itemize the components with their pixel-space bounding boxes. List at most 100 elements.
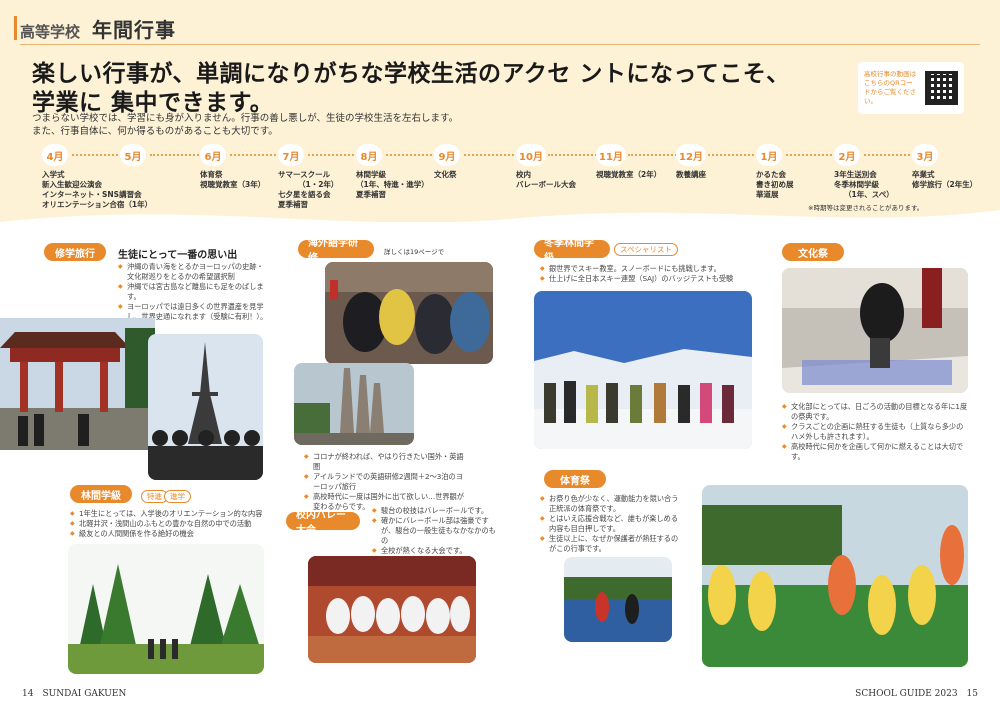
timeline-dots: [548, 154, 600, 156]
list-item: とはいえ応援合戦など、誰もが楽しめる内容も目白押しです。: [540, 514, 684, 534]
event-item: 3年生送別会: [834, 170, 877, 179]
month-nov: 11月: [596, 144, 626, 166]
ski-group-photo: [534, 291, 752, 449]
timeline-dots: [308, 154, 358, 156]
event-item: 林間学級: [356, 170, 386, 179]
culture-label: 文化祭: [782, 243, 844, 261]
list-item: 駿台の校技はバレーボールです。: [372, 506, 500, 516]
relay-race-photo: [564, 557, 672, 642]
event-item: 校内: [516, 170, 531, 179]
sagrada-familia-photo: [294, 363, 414, 445]
event-item: 書き初め展: [756, 180, 794, 189]
list-item: 高校時代に何かを企画して何かに燃えることは大切です。: [782, 442, 968, 462]
header-sub: 高等学校: [20, 23, 81, 41]
month-jan: 1月: [756, 144, 782, 166]
month-sep: 9月: [434, 144, 460, 166]
event-item: 華道展: [756, 190, 779, 199]
event-item: 夏季補習: [356, 190, 386, 199]
header-accent-bar: [14, 16, 17, 40]
camp-label: 林間学級: [70, 485, 132, 503]
list-item: 文化部にとっては、日ごろの活動の目標となる年に1度の祭典です。: [782, 402, 968, 422]
events-jan: かるた会 書き初め展 華道展: [756, 170, 794, 200]
events-dec: 教養講座: [676, 170, 706, 180]
event-item: （1年、特進・進学）: [356, 180, 429, 189]
events-jul: サマースクール （1・2年） 七夕星を語る会 夏季補習: [278, 170, 338, 210]
event-item: バレーボール大会: [516, 180, 576, 189]
events-oct: 校内 バレーボール大会: [516, 170, 576, 190]
event-item: 七夕星を語る会: [278, 190, 331, 199]
month-dec: 12月: [676, 144, 706, 166]
event-item: 視聴覚教室（3年）: [200, 180, 266, 189]
volley-label: 校内バレー大会: [286, 510, 360, 536]
abroad-bullets: コロナが終われば、やはり行きたい国外・英語圏 アイルランドでの英語研修2週間＋2…: [304, 452, 466, 512]
timeline-dots: [464, 154, 518, 156]
list-item: 生徒以上に、なぜか保護者が熱狂するのがこの行事です。: [540, 534, 684, 554]
winter-tag: スペシャリスト: [614, 243, 678, 256]
month-jun: 6月: [200, 144, 226, 166]
list-item: 確かにバレーボール部は強豪ですが、駿台の一般生徒もなかなかのもの: [372, 516, 500, 546]
trip-label: 修学旅行: [44, 243, 106, 261]
timeline-dots: [786, 154, 836, 156]
event-item: オリエンテーション合宿（1年）: [42, 200, 153, 209]
month-mar: 3月: [912, 144, 938, 166]
volley-bullets: 駿台の校技はバレーボールです。 確かにバレーボール部は強豪ですが、駿台の一般生徒…: [372, 506, 500, 556]
timeline-dots: [230, 154, 280, 156]
event-item: 修学旅行（2年生）: [912, 180, 978, 189]
qr-code-icon[interactable]: [924, 71, 958, 105]
lead-line-1: つまらない学校では、学習にも身が入りません。行事の善し悪しが、生徒の学校生活を左…: [32, 113, 459, 124]
page-title: 年間行事: [92, 18, 177, 42]
section-header: 高等学校 年間行事: [14, 14, 177, 43]
events-feb: 3年生送別会 冬季林間学級 （1年、スペ）: [834, 170, 894, 200]
event-item: 体育祭: [200, 170, 223, 179]
footer-left: 14 SUNDAI GAKUEN: [22, 689, 127, 699]
event-item: 文化祭: [434, 170, 457, 179]
volleyball-photo: [308, 556, 476, 663]
camp-bullets: 1年生にとっては、入学後のオリエンテーション的な内容 北軽井沢・浅間山のふもとの…: [70, 509, 270, 539]
event-item: 夏季補習: [278, 200, 308, 209]
qr-card[interactable]: 高校行事の動画はこちらのQRコードからご覧ください。: [858, 62, 964, 114]
list-item: クラスごとの企画に熱狂する生徒も（上質なら多少のハメ外しも許されます）。: [782, 422, 968, 442]
list-item: 級友との人間関係を作る絶好の機会: [70, 529, 270, 539]
abroad-label: 海外語学研修: [298, 238, 374, 264]
list-item: 北軽井沢・浅間山のふもとの豊かな自然の中での活動: [70, 519, 270, 529]
timeline-dots: [628, 154, 680, 156]
event-item: 冬季林間学級: [834, 180, 879, 189]
trip-subtitle: 生徒にとって一番の思い出: [118, 250, 238, 261]
month-jul: 7月: [278, 144, 304, 166]
culture-festival-photo: [782, 268, 968, 393]
list-item: アイルランドでの英語研修2週間＋2〜3泊のヨーロッパ旅行: [304, 472, 466, 492]
event-item: サマースクール: [278, 170, 331, 179]
list-item: コロナが終われば、やはり行きたい国外・英語圏: [304, 452, 466, 472]
events-apr: 入学式 新入生歓迎公演会 インターネット・SNS講習会 オリエンテーション合宿（…: [42, 170, 152, 210]
month-apr: 4月: [42, 144, 68, 166]
event-item: 卒業式: [912, 170, 935, 179]
timeline-dots: [72, 154, 122, 156]
event-item: インターネット・SNS講習会: [42, 190, 142, 199]
abroad-note: 詳しくは19ページで: [384, 248, 445, 256]
event-item: 新入生歓迎公演会: [42, 180, 102, 189]
event-item: （1年、スペ）: [844, 190, 894, 199]
timeline: 4月 5月 6月 7月 8月 9月 10月 11月 12月 1月 2月 3月 入…: [40, 144, 977, 209]
winter-bullets: 銀世界でスキー教室。スノーボードにも挑戦します。 仕上げに全日本スキー連盟（SA…: [540, 264, 740, 284]
events-sep: 文化祭: [434, 170, 457, 180]
events-nov: 視聴覚教室（2年）: [596, 170, 661, 180]
month-oct: 10月: [516, 144, 546, 166]
culture-bullets: 文化部にとっては、日ごろの活動の目標となる年に1度の祭典です。 クラスごとの企画…: [782, 402, 968, 462]
timeline-dots: [708, 154, 758, 156]
eiffel-tower-photo: [148, 334, 263, 480]
list-item: 銀世界でスキー教室。スノーボードにも挑戦します。: [540, 264, 740, 274]
list-item: 沖縄の青い海をとるかヨーロッパの史跡・文化財巡りをとるかの希望選択制: [118, 262, 268, 282]
list-item: 1年生にとっては、入学後のオリエンテーション的な内容: [70, 509, 270, 519]
events-jun: 体育祭 視聴覚教室（3年）: [200, 170, 265, 190]
winter-label: 冬季林間学級: [534, 238, 610, 264]
event-item: 視聴覚教室（2年）: [596, 170, 662, 179]
month-aug: 8月: [356, 144, 382, 166]
list-item: 仕上げに全日本スキー連盟（SAJ）のバッジテストも受験: [540, 274, 740, 284]
headline-line-1: 楽しい行事が、単調になりがちな学校生活のアクセ ントになってこそ、: [32, 61, 790, 87]
qr-caption: 高校行事の動画はこちらのQRコードからご覧ください。: [864, 70, 916, 105]
timeline-dots: [150, 154, 202, 156]
month-may: 5月: [120, 144, 146, 166]
sports-bullets: お祭り色が少なく、運動能力を競い合う正統派の体育祭です。 とはいえ応援合戦など、…: [540, 494, 684, 554]
events-aug: 林間学級 （1年、特進・進学） 夏季補習: [356, 170, 429, 200]
event-item: （1・2年）: [298, 180, 339, 189]
